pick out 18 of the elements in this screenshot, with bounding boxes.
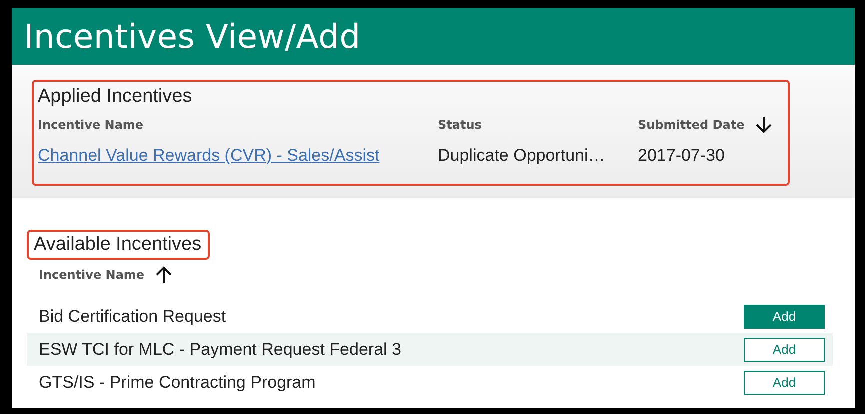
up-arrow-icon[interactable]: [154, 265, 173, 285]
down-arrow-icon[interactable]: [754, 115, 773, 135]
section-title: Available Incentives: [34, 234, 202, 256]
incentive-name: ESW TCI for MLC - Payment Request Federal 3: [39, 340, 402, 360]
column-header[interactable]: Submitted Date: [638, 118, 745, 132]
status-cell-text: Duplicate Opportuni…: [438, 146, 606, 166]
add-button[interactable]: Add: [744, 338, 825, 362]
column-header[interactable]: Status: [438, 118, 482, 132]
incentive-name: Bid Certification Request: [39, 306, 226, 326]
date-cell-text: 2017-07-30: [638, 146, 726, 166]
add-button[interactable]: Add: [744, 304, 825, 328]
column-header[interactable]: Incentive Name: [38, 118, 144, 132]
column-header[interactable]: Incentive Name: [39, 268, 145, 282]
section-title: Applied Incentives: [38, 86, 192, 108]
page-title: Incentives View/Add: [24, 17, 361, 56]
add-button[interactable]: Add: [744, 370, 825, 394]
incentive-name: GTS/IS - Prime Contracting Program: [39, 372, 316, 392]
incentive-link[interactable]: Channel Value Rewards (CVR) - Sales/Assist: [38, 146, 380, 165]
